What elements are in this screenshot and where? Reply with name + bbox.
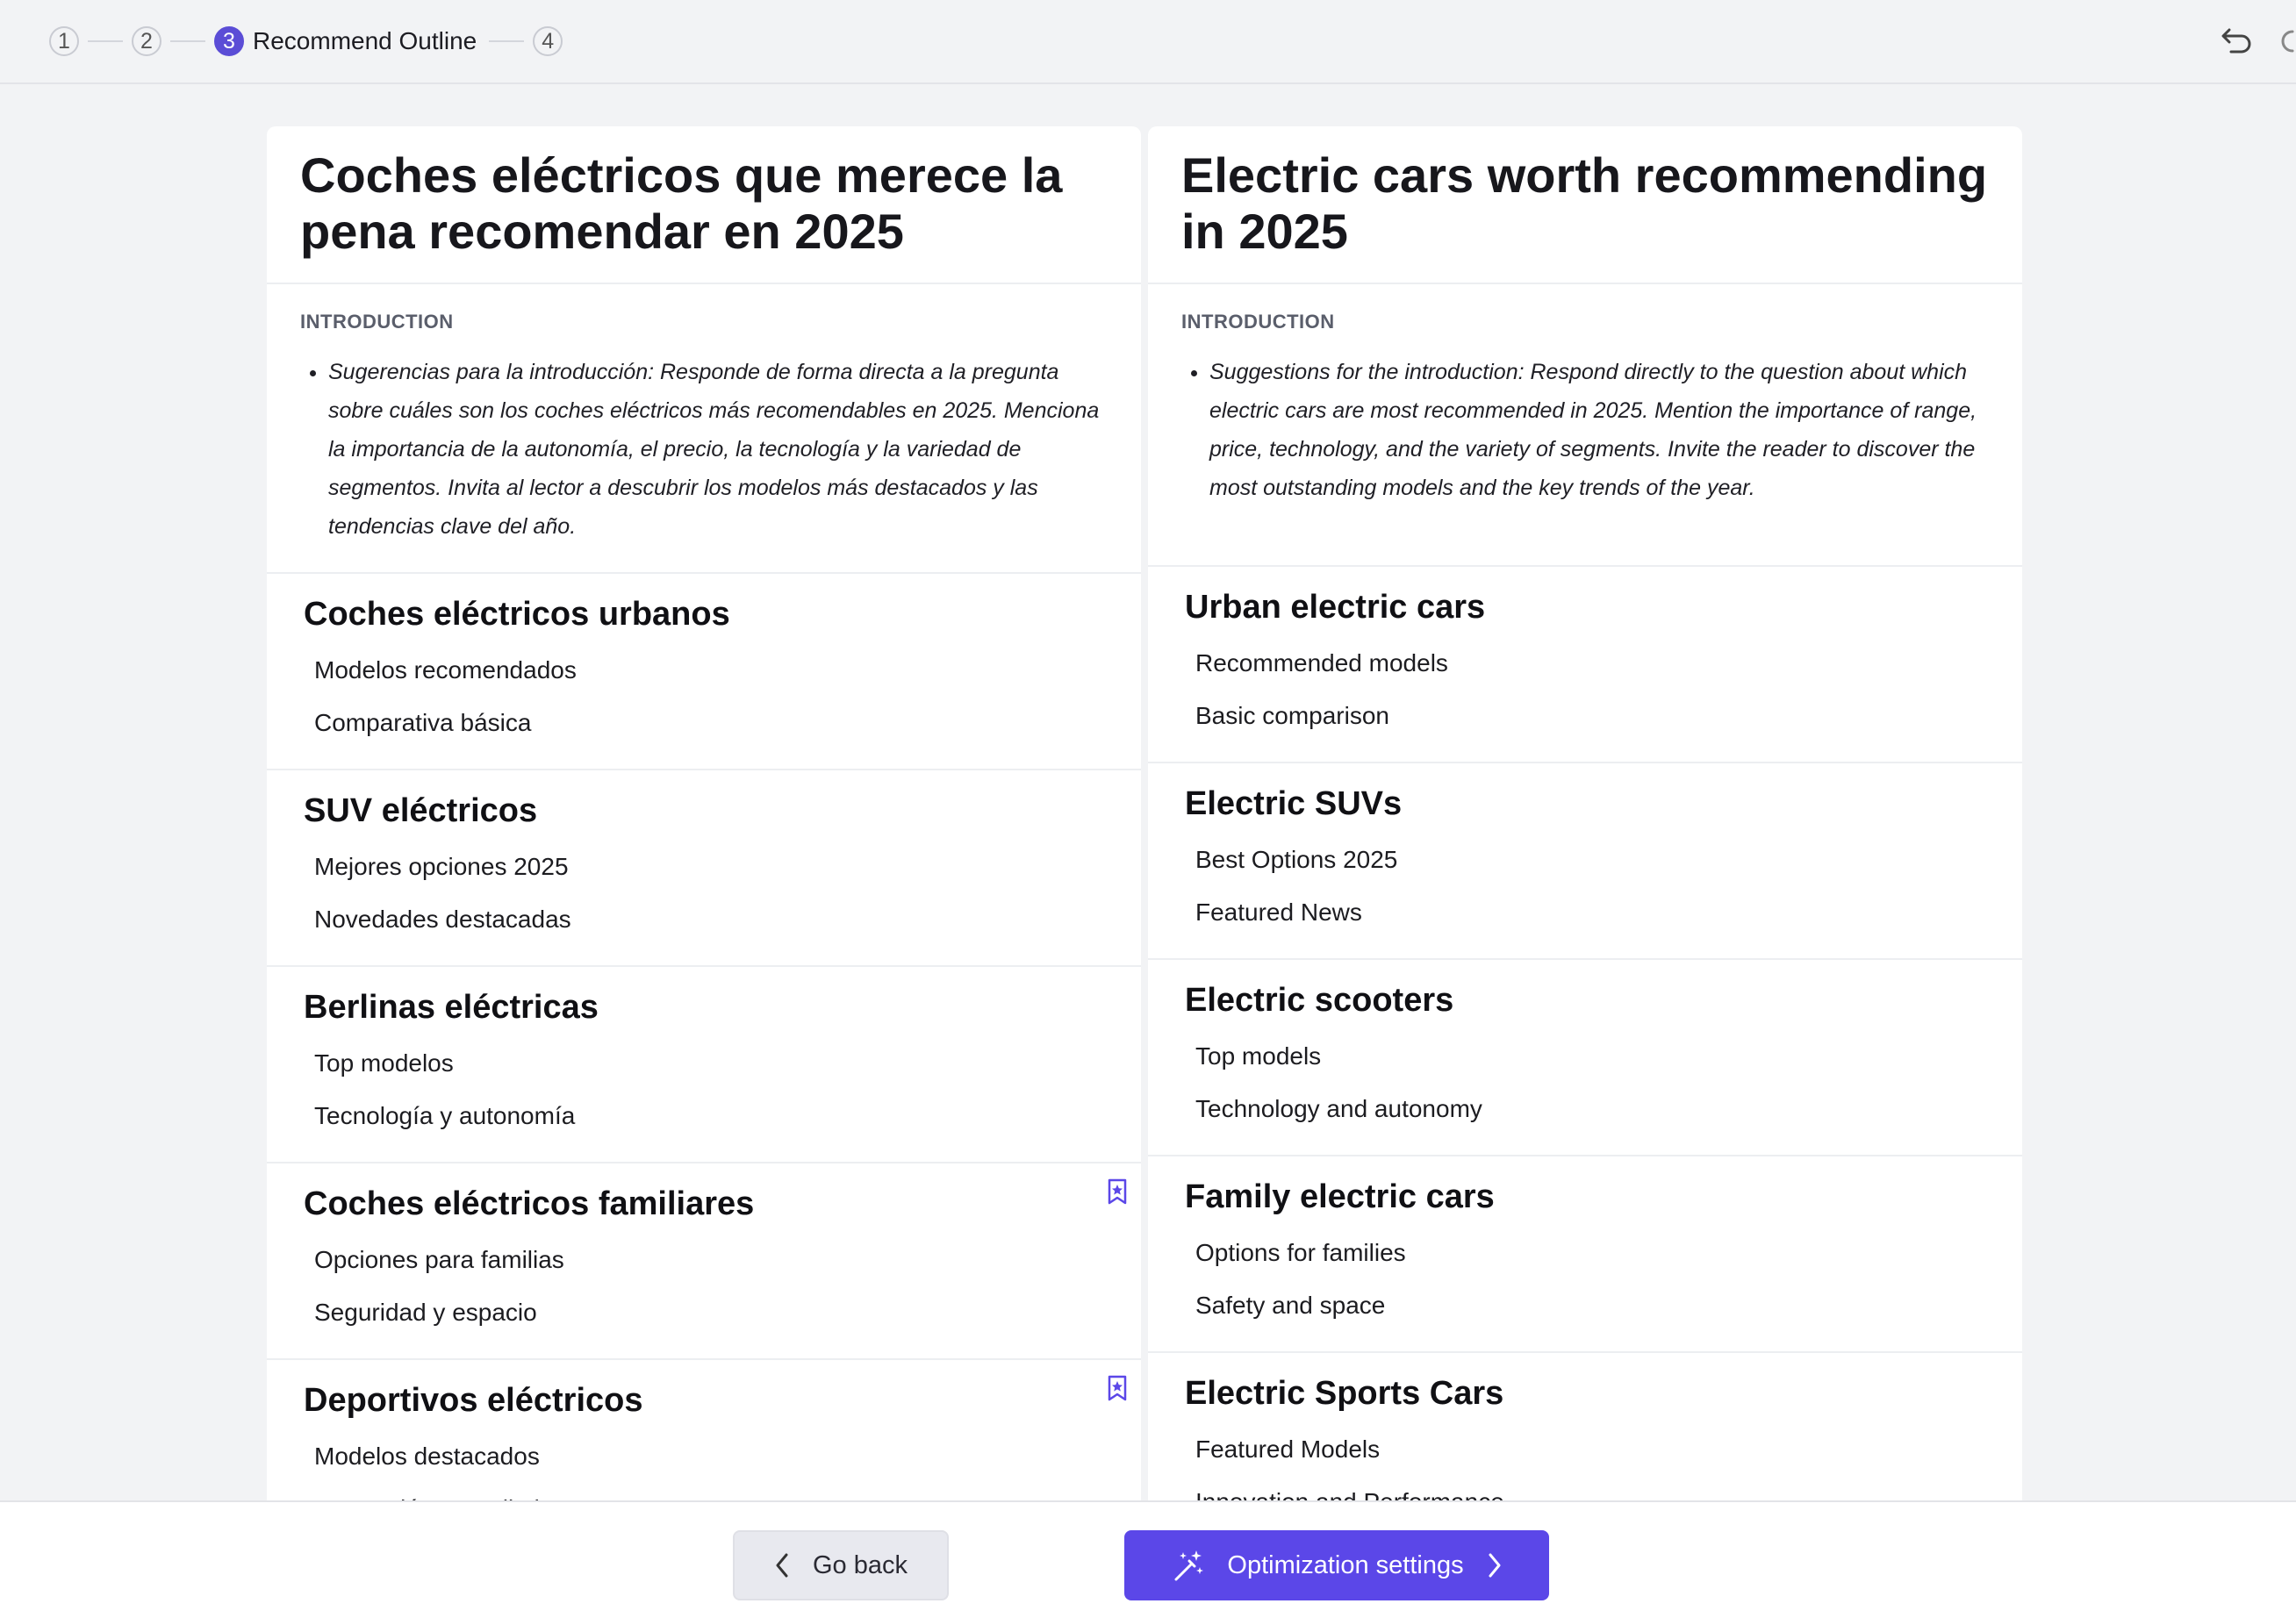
introduction-text[interactable]: Suggestions for the introduction: Respon… (1209, 353, 1989, 507)
bookmark-star-icon[interactable] (1104, 1178, 1130, 1206)
section-heading[interactable]: Family electric cars (1185, 1176, 1985, 1218)
section-heading[interactable]: Coches eléctricos urbanos (304, 593, 1104, 635)
outline-section[interactable]: Coches eléctricos urbanos Modelos recome… (267, 574, 1141, 770)
subsection-item[interactable]: Featured Models (1185, 1423, 1985, 1476)
outline-section[interactable]: Urban electric cars Recommended models B… (1148, 567, 2022, 763)
optimization-settings-button[interactable]: Optimization settings (1124, 1530, 1549, 1600)
chevron-right-icon (1489, 1553, 1501, 1578)
section-heading[interactable]: Deportivos eléctricos (304, 1379, 1104, 1421)
introduction-cell: INTRODUCTION Sugerencias para la introdu… (267, 284, 1141, 574)
subsection-item[interactable]: Technology and autonomy (1185, 1083, 1985, 1135)
step-connector (88, 40, 123, 42)
step-3-label: Recommend Outline (253, 27, 477, 54)
outline-comparison: Coches eléctricos que merece la pena rec… (267, 126, 2022, 1500)
step-3-indicator[interactable]: 3 (214, 26, 244, 56)
introduction-label: INTRODUCTION (300, 311, 454, 333)
subsection-item[interactable]: Innovación y rendimiento (304, 1483, 1104, 1500)
step-2-indicator[interactable]: 2 (132, 26, 161, 56)
subsection-item[interactable]: Featured News (1185, 886, 1985, 939)
outline-section[interactable]: Electric Sports Cars Featured Models Inn… (1148, 1353, 2022, 1500)
introduction-label: INTRODUCTION (1181, 311, 1335, 333)
outline-section[interactable]: Family electric cars Options for familie… (1148, 1156, 2022, 1353)
step-4-indicator[interactable]: 4 (533, 26, 563, 56)
section-heading[interactable]: Coches eléctricos familiares (304, 1183, 1104, 1225)
subsection-item[interactable]: Opciones para familias (304, 1234, 1104, 1286)
section-heading[interactable]: SUV eléctricos (304, 790, 1104, 832)
subsection-item[interactable]: Best Options 2025 (1185, 834, 1985, 886)
subsection-item[interactable]: Comparativa básica (304, 697, 1104, 749)
step-connector (489, 40, 525, 42)
subsection-item[interactable]: Recommended models (1185, 637, 1985, 690)
subsection-item[interactable]: Seguridad y espacio (304, 1286, 1104, 1339)
section-heading[interactable]: Electric SUVs (1185, 783, 1985, 825)
section-heading[interactable]: Berlinas eléctricas (304, 986, 1104, 1028)
chevron-left-icon (776, 1553, 788, 1578)
subsection-item[interactable]: Novedades destacadas (304, 893, 1104, 946)
outline-section[interactable]: SUV eléctricos Mejores opciones 2025 Nov… (267, 770, 1141, 967)
outline-title[interactable]: Electric cars worth recommending in 2025 (1181, 147, 1989, 260)
history-controls (2219, 23, 2296, 60)
outline-section[interactable]: Electric scooters Top models Technology … (1148, 960, 2022, 1156)
outline-column-translated: Electric cars worth recommending in 2025… (1148, 126, 2022, 1500)
outline-section[interactable]: Berlinas eléctricas Top modelos Tecnolog… (267, 967, 1141, 1163)
redo-icon[interactable] (2275, 23, 2296, 60)
section-heading[interactable]: Electric Sports Cars (1185, 1372, 1985, 1414)
introduction-cell: INTRODUCTION Suggestions for the introdu… (1148, 284, 2022, 567)
go-back-label: Go back (813, 1550, 908, 1579)
outline-section[interactable]: Electric SUVs Best Options 2025 Featured… (1148, 763, 2022, 960)
title-cell: Electric cars worth recommending in 2025 (1148, 126, 2022, 284)
bookmark-star-icon[interactable] (1104, 1374, 1130, 1402)
outline-column-original: Coches eléctricos que merece la pena rec… (267, 126, 1141, 1500)
subsection-item[interactable]: Options for families (1185, 1227, 1985, 1279)
subsection-item[interactable]: Basic comparison (1185, 690, 1985, 742)
subsection-item[interactable]: Tecnología y autonomía (304, 1090, 1104, 1142)
section-heading[interactable]: Electric scooters (1185, 979, 1985, 1021)
subsection-item[interactable]: Modelos recomendados (304, 644, 1104, 697)
outline-section[interactable]: Coches eléctricos familiares Opciones pa… (267, 1163, 1141, 1360)
step-1-indicator[interactable]: 1 (49, 26, 79, 56)
footer-actions: Go back Optimization settings (0, 1500, 2296, 1618)
go-back-button[interactable]: Go back (733, 1530, 949, 1600)
subsection-item[interactable]: Modelos destacados (304, 1430, 1104, 1483)
magic-wand-icon (1174, 1550, 1204, 1581)
stepper: 1 2 3 Recommend Outline 4 (49, 25, 563, 58)
step-connector (170, 40, 205, 42)
subsection-item[interactable]: Top models (1185, 1030, 1985, 1083)
outline-title[interactable]: Coches eléctricos que merece la pena rec… (300, 147, 1108, 260)
subsection-item[interactable]: Mejores opciones 2025 (304, 841, 1104, 893)
subsection-item[interactable]: Safety and space (1185, 1279, 1985, 1332)
introduction-text[interactable]: Sugerencias para la introducción: Respon… (328, 353, 1108, 546)
undo-icon[interactable] (2219, 23, 2256, 60)
section-heading[interactable]: Urban electric cars (1185, 586, 1985, 628)
outline-section[interactable]: Deportivos eléctricos Modelos destacados… (267, 1360, 1141, 1500)
optimization-settings-label: Optimization settings (1227, 1550, 1464, 1579)
title-cell: Coches eléctricos que merece la pena rec… (267, 126, 1141, 284)
subsection-item[interactable]: Innovation and Performance (1185, 1476, 1985, 1500)
subsection-item[interactable]: Top modelos (304, 1037, 1104, 1090)
top-bar: 1 2 3 Recommend Outline 4 (0, 0, 2296, 84)
